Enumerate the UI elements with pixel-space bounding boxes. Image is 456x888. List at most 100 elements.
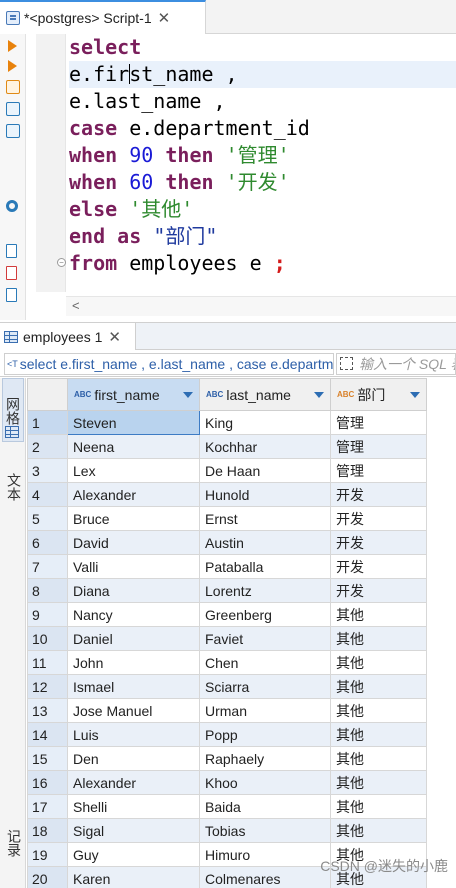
department-cell[interactable]: 其他 — [330, 794, 427, 819]
last-name-cell[interactable]: Popp — [199, 722, 331, 747]
close-tab-icon[interactable]: ✕ — [158, 9, 171, 27]
last-name-cell[interactable]: Hunold — [199, 482, 331, 507]
code-line[interactable]: e.first_name , — [69, 61, 456, 88]
last-name-cell[interactable]: King — [199, 410, 331, 435]
table-row[interactable]: 14 Luis Popp 其他 — [27, 722, 427, 747]
results-grid[interactable]: ABC first_name ABC last_name ABC 部门 1 Steven… — [27, 378, 456, 888]
department-cell[interactable]: 其他 — [330, 818, 427, 843]
save-file-icon[interactable] — [6, 288, 17, 302]
last-name-cell[interactable]: Kochhar — [199, 434, 331, 459]
first-name-cell[interactable]: Daniel — [67, 626, 200, 651]
first-name-cell[interactable]: Steven — [67, 410, 200, 435]
department-cell[interactable]: 开发 — [330, 506, 427, 531]
first-name-cell[interactable]: Karen — [67, 866, 200, 888]
close-results-tab-icon[interactable]: ✕ — [108, 328, 121, 346]
export-file-icon[interactable] — [6, 244, 17, 258]
row-number-cell[interactable]: 16 — [27, 770, 68, 795]
department-cell[interactable]: 其他 — [330, 674, 427, 699]
first-name-cell[interactable]: Jose Manuel — [67, 698, 200, 723]
row-number-cell[interactable]: 13 — [27, 698, 68, 723]
department-cell[interactable]: 开发 — [330, 482, 427, 507]
last-name-cell[interactable]: Austin — [199, 530, 331, 555]
expand-filter-icon[interactable] — [340, 357, 353, 370]
tab-employees-1[interactable]: employees 1 ✕ — [0, 323, 136, 350]
department-cell[interactable]: 其他 — [330, 650, 427, 675]
table-row[interactable]: 10 Daniel Faviet 其他 — [27, 626, 427, 651]
table-row[interactable]: 1 Steven King 管理 — [27, 410, 427, 435]
settings-gear-icon[interactable] — [6, 200, 18, 212]
last-name-cell[interactable]: Himuro — [199, 842, 331, 867]
column-header-department[interactable]: ABC 部门 — [330, 378, 427, 411]
department-cell[interactable]: 其他 — [330, 746, 427, 771]
department-cell[interactable]: 其他 — [330, 626, 427, 651]
first-name-cell[interactable]: Luis — [67, 722, 200, 747]
code-area[interactable]: select e.first_name , e.last_name , case e.… — [69, 34, 456, 277]
first-name-cell[interactable]: Shelli — [67, 794, 200, 819]
table-row[interactable]: 7 Valli Pataballa 开发 — [27, 554, 427, 579]
fold-marker-icon[interactable]: − — [57, 258, 66, 267]
last-name-cell[interactable]: Greenberg — [199, 602, 331, 627]
execute-statement-new-tab-icon[interactable] — [8, 60, 17, 72]
department-cell[interactable]: 开发 — [330, 554, 427, 579]
last-name-cell[interactable]: Raphaely — [199, 746, 331, 771]
first-name-cell[interactable]: John — [67, 650, 200, 675]
code-line[interactable]: case e.department_id — [69, 115, 456, 142]
row-number-cell[interactable]: 12 — [27, 674, 68, 699]
column-header-last-name[interactable]: ABC last_name — [199, 378, 331, 411]
first-name-cell[interactable]: Alexander — [67, 482, 200, 507]
first-name-cell[interactable]: Valli — [67, 554, 200, 579]
row-number-cell[interactable]: 2 — [27, 434, 68, 459]
last-name-cell[interactable]: Chen — [199, 650, 331, 675]
row-number-cell[interactable]: 17 — [27, 794, 68, 819]
filter-expression-input[interactable]: 输入一个 SQL 表达式来过滤结果 — [336, 353, 456, 375]
code-line[interactable]: else '其他' — [69, 196, 456, 223]
row-number-cell[interactable]: 7 — [27, 554, 68, 579]
last-name-cell[interactable]: Khoo — [199, 770, 331, 795]
table-row[interactable]: 11 John Chen 其他 — [27, 650, 427, 675]
text-view-button[interactable]: 文本 — [2, 460, 24, 514]
last-name-cell[interactable]: De Haan — [199, 458, 331, 483]
last-name-cell[interactable]: Lorentz — [199, 578, 331, 603]
first-name-cell[interactable]: Guy — [67, 842, 200, 867]
execute-statement-icon[interactable] — [8, 40, 17, 52]
table-row[interactable]: 9 Nancy Greenberg 其他 — [27, 602, 427, 627]
last-name-cell[interactable]: Tobias — [199, 818, 331, 843]
table-row[interactable]: 6 David Austin 开发 — [27, 530, 427, 555]
row-number-cell[interactable]: 5 — [27, 506, 68, 531]
table-row[interactable]: 2 Neena Kochhar 管理 — [27, 434, 427, 459]
row-number-cell[interactable]: 4 — [27, 482, 68, 507]
row-number-cell[interactable]: 10 — [27, 626, 68, 651]
column-menu-arrow-icon[interactable] — [314, 392, 324, 398]
table-row[interactable]: 4 Alexander Hunold 开发 — [27, 482, 427, 507]
explain-plan-icon[interactable] — [6, 102, 20, 116]
last-name-cell[interactable]: Urman — [199, 698, 331, 723]
row-number-cell[interactable]: 1 — [27, 410, 68, 435]
query-text-field[interactable]: <T select e.first_name , e.last_name , ca… — [4, 353, 334, 375]
first-name-cell[interactable]: Nancy — [67, 602, 200, 627]
table-row[interactable]: 5 Bruce Ernst 开发 — [27, 506, 427, 531]
last-name-cell[interactable]: Ernst — [199, 506, 331, 531]
department-cell[interactable]: 开发 — [330, 530, 427, 555]
import-file-icon[interactable] — [6, 266, 17, 280]
row-number-cell[interactable]: 18 — [27, 818, 68, 843]
first-name-cell[interactable]: Bruce — [67, 506, 200, 531]
last-name-cell[interactable]: Sciarra — [199, 674, 331, 699]
row-number-cell[interactable]: 14 — [27, 722, 68, 747]
table-row[interactable]: 8 Diana Lorentz 开发 — [27, 578, 427, 603]
department-cell[interactable]: 管理 — [330, 434, 427, 459]
last-name-cell[interactable]: Colmenares — [199, 866, 331, 888]
code-line[interactable]: from employees e ; — [69, 250, 456, 277]
tab-script-1[interactable]: *<postgres> Script-1 ✕ — [0, 0, 206, 34]
first-name-cell[interactable]: Ismael — [67, 674, 200, 699]
department-cell[interactable]: 开发 — [330, 578, 427, 603]
row-number-cell[interactable]: 19 — [27, 842, 68, 867]
code-line[interactable]: e.last_name , — [69, 88, 456, 115]
table-row[interactable]: 18 Sigal Tobias 其他 — [27, 818, 427, 843]
row-number-cell[interactable]: 6 — [27, 530, 68, 555]
column-menu-arrow-icon[interactable] — [410, 392, 420, 398]
record-view-button[interactable]: 记录 — [2, 818, 24, 868]
department-cell[interactable]: 管理 — [330, 410, 427, 435]
first-name-cell[interactable]: Neena — [67, 434, 200, 459]
code-line[interactable]: select — [69, 34, 456, 61]
table-row[interactable]: 17 Shelli Baida 其他 — [27, 794, 427, 819]
